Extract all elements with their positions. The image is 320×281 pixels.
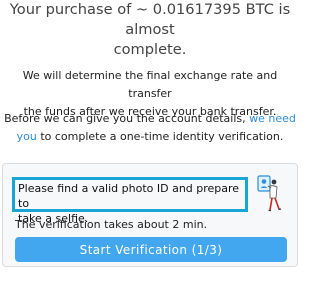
start-verification-button[interactable]: Start Verification (1/3)	[15, 237, 287, 262]
verification-info-link-a[interactable]: we need	[249, 112, 296, 125]
verification-card: Please find a valid photo ID and prepare…	[2, 163, 298, 267]
headline-line-2: complete.	[113, 41, 187, 58]
exchange-info-line-1: We will determine the final exchange rat…	[22, 69, 278, 100]
headline-line-1: Your purchase of ~ 0.01617395 BTC is alm…	[9, 1, 291, 38]
verification-info-link-b[interactable]: you	[17, 130, 37, 143]
person-with-id-card-illustration	[257, 175, 282, 212]
photo-id-instruction: Please find a valid photo ID and prepare…	[12, 177, 248, 225]
purchase-headline: Your purchase of ~ 0.01617395 BTC is alm…	[0, 0, 300, 60]
verification-info-text-b: to complete a one-time identity verifica…	[36, 130, 284, 143]
verification-duration-note: The verification takes about 2 min.	[15, 218, 208, 231]
instruction-line-1: Please find a valid photo ID and prepare…	[18, 182, 240, 210]
verification-info-line-2: you to complete a one-time identity veri…	[0, 128, 300, 146]
verification-info: Before we can give you the account detai…	[0, 110, 300, 146]
verification-info-line-1: Before we can give you the account detai…	[0, 110, 300, 128]
verification-info-text-a: Before we can give you the account detai…	[4, 112, 250, 125]
